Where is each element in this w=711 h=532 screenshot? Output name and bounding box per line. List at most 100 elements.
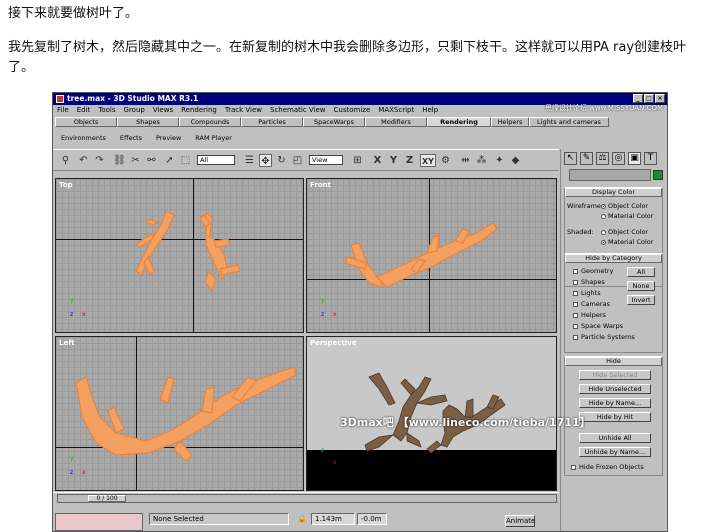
tab-modifiers[interactable]: Modifiers [365,117,427,127]
menu-maxscript[interactable]: MAXScript [378,105,414,115]
unhide-all-button[interactable]: Unhide All [579,433,651,443]
environments-button[interactable]: Environments [61,131,106,145]
array-icon[interactable]: ⁂ [475,154,488,167]
rollout-display-color-title[interactable]: Display Color [565,188,662,197]
viewport-top[interactable]: Top y z x [55,178,304,333]
tree-wireframe-front [344,222,498,288]
y-coordinate-field[interactable]: -0.0m [357,513,387,525]
tab-helpers[interactable]: Helpers [491,117,529,127]
tab-objects[interactable]: Objects [55,117,117,127]
scale-icon[interactable]: ◰ [291,154,304,167]
menu-track-view[interactable]: Track View [225,105,262,115]
menu-help[interactable]: Help [422,105,438,115]
hide-lights-checkbox[interactable]: Lights [573,289,601,297]
hide-none-button[interactable]: None [627,281,655,291]
command-panel-tabs: ↖ ✎ ⚖ ◎ ▣ T [564,152,657,165]
axis-y-label: y [321,297,325,304]
tab-spacewarps[interactable]: SpaceWarps [303,117,365,127]
hide-invert-button[interactable]: Invert [627,295,655,305]
motion-panel-icon[interactable]: ◎ [612,152,625,165]
rollout-hide-title[interactable]: Hide [565,357,662,366]
tab-rendering[interactable]: Rendering [427,117,491,127]
hide-frozen-objects-checkbox[interactable]: Hide Frozen Objects [571,463,644,471]
hide-helpers-checkbox[interactable]: Helpers [573,311,606,319]
rollout-hide-by-category-title[interactable]: Hide by Category [565,254,662,263]
object-name-field[interactable] [569,169,651,181]
restrict-z-button[interactable]: Z [403,154,416,167]
material-editor-icon[interactable]: ◆ [509,154,522,167]
article-paragraph-2: 我先复制了树木，然后隐藏其中之一。在新复制的树木中我会删除多边形，只剩下枝干。这… [8,40,687,75]
hide-selected-button[interactable]: Hide Selected [579,370,651,380]
utilities-panel-icon[interactable]: T [644,152,657,165]
hide-shapes-checkbox[interactable]: Shapes [573,278,605,286]
x-coordinate-field[interactable]: 1.143m [311,513,355,525]
hide-particle-systems-checkbox[interactable]: Particle Systems [573,333,635,341]
effects-button[interactable]: Effects [120,131,142,145]
create-panel-icon[interactable]: ↖ [564,152,577,165]
ram-player-button[interactable]: RAM Player [195,131,232,145]
minimize-button[interactable]: _ [633,94,643,103]
redo-icon[interactable]: ↷ [93,154,106,167]
unlink-icon[interactable]: ✂ [129,154,142,167]
maxscript-listener-mini[interactable] [55,513,143,531]
tab-shapes[interactable]: Shapes [117,117,179,127]
object-color-swatch[interactable] [653,170,663,180]
wireframe-material-color-radio[interactable]: Material Color [601,212,653,220]
select-link-icon[interactable]: ⛓ [113,154,126,167]
max-screenshot: tree.max - 3D Studio MAX R3.1 _ □ × 思缘设计… [52,92,668,532]
select-by-name-icon[interactable]: ☰ [243,154,256,167]
region-select-icon[interactable]: ⬚ [179,154,192,167]
menu-tools[interactable]: Tools [98,105,115,115]
lock-selection-icon[interactable]: 🔒 [297,514,307,523]
unhide-by-name-button[interactable]: Unhide by Name... [579,447,651,457]
restrict-y-button[interactable]: Y [387,154,400,167]
wireframe-object-color-radio[interactable]: Object Color [601,202,648,210]
reference-coordinate-dropdown[interactable]: View [309,155,343,165]
menu-rendering[interactable]: Rendering [181,105,217,115]
selection-filter-dropdown[interactable]: All [197,155,235,165]
tab-compounds[interactable]: Compounds [179,117,241,127]
hierarchy-panel-icon[interactable]: ⚖ [596,152,609,165]
viewport-front-label: Front [310,181,331,189]
modify-panel-icon[interactable]: ✎ [580,152,593,165]
mirror-icon[interactable]: ⇹ [459,154,472,167]
viewport-front[interactable]: Front y z x [306,178,557,333]
animate-button[interactable]: Animate [505,515,535,527]
rotate-icon[interactable]: ↻ [275,154,288,167]
menu-edit[interactable]: Edit [77,105,91,115]
restrict-xy-button[interactable]: XY [420,154,436,167]
undo-icon[interactable]: ↶ [77,154,90,167]
select-object-icon[interactable]: ➚ [163,154,176,167]
menu-file[interactable]: File [57,105,69,115]
display-panel-icon[interactable]: ▣ [628,152,641,165]
help-icon[interactable]: ⚲ [59,154,72,167]
hide-unselected-button[interactable]: Hide Unselected [579,384,651,394]
viewport-left[interactable]: Left y z x [55,336,304,491]
align-icon[interactable]: ✦ [493,154,506,167]
maximize-button[interactable]: □ [644,94,654,103]
hide-all-button[interactable]: All [627,267,655,277]
shaded-material-color-radio[interactable]: Material Color [601,238,653,246]
tab-particles[interactable]: Particles [241,117,303,127]
time-slider[interactable]: 0 / 100 [57,494,557,503]
preview-button[interactable]: Preview [156,131,181,145]
move-icon[interactable]: ✥ [259,154,272,167]
close-button[interactable]: × [655,94,665,103]
hide-space-warps-checkbox[interactable]: Space Warps [573,322,623,330]
restrict-x-button[interactable]: X [371,154,384,167]
inverse-kinematics-icon[interactable]: ⚙ [439,154,452,167]
hide-by-name-button[interactable]: Hide by Name... [579,398,651,408]
hide-cameras-checkbox[interactable]: Cameras [573,300,610,308]
shaded-object-color-radio[interactable]: Object Color [601,228,648,236]
pivot-icon[interactable]: ⊞ [351,154,364,167]
time-slider-thumb[interactable]: 0 / 100 [88,495,126,502]
article-paragraph-1: 接下来就要做树叶了。 [8,6,139,21]
menu-views[interactable]: Views [153,105,173,115]
bind-spacewarp-icon[interactable]: ⚯ [145,154,158,167]
menu-customize[interactable]: Customize [334,105,371,115]
tab-lights-and-cameras[interactable]: Lights and cameras [529,117,609,127]
hide-geometry-checkbox[interactable]: Geometry [573,267,613,275]
tab-toolbar: Environments Effects Preview RAM Player [53,131,667,145]
menu-schematic-view[interactable]: Schematic View [270,105,326,115]
menu-group[interactable]: Group [124,105,145,115]
